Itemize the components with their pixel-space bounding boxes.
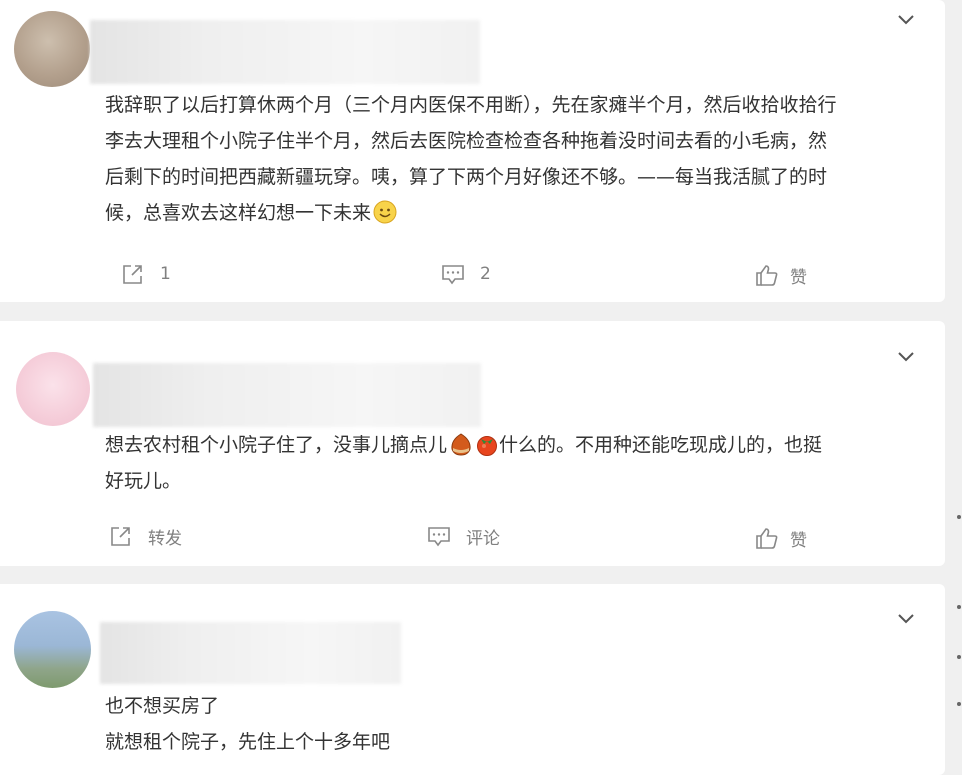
comment-icon bbox=[428, 527, 450, 547]
comment-count: 2 bbox=[480, 264, 491, 284]
scrollbar-marker[interactable] bbox=[957, 605, 961, 609]
comment-line: 候，总喜欢去这样幻想一下未来 bbox=[105, 202, 372, 224]
chestnut-emoji-icon bbox=[449, 432, 473, 456]
comment-line: 后剩下的时间把西藏新疆玩穿。咦，算了下两个月好像还不够。——每当我活腻了的时 bbox=[105, 166, 828, 188]
comment-text: 想去农村租个小院子住了，没事儿摘点儿 什么的。不用种还能吃现成儿的，也挺 好玩儿。 bbox=[105, 427, 917, 499]
chevron-down-icon[interactable] bbox=[895, 607, 917, 629]
comment-line: 就想租个院子，先住上个十多年吧 bbox=[105, 731, 391, 753]
avatar[interactable] bbox=[16, 352, 90, 426]
comment-card: 想去农村租个小院子住了，没事儿摘点儿 什么的。不用种还能吃现成儿的，也挺 好玩儿。… bbox=[0, 321, 945, 566]
comment-text: 也不想买房了 就想租个院子，先住上个十多年吧 bbox=[105, 688, 917, 760]
like-button[interactable]: 赞 bbox=[754, 262, 807, 288]
thumbs-up-icon bbox=[756, 265, 778, 286]
thumbs-up-icon bbox=[756, 528, 778, 549]
like-label: 赞 bbox=[790, 530, 807, 551]
comment-card: 也不想买房了 就想租个院子，先住上个十多年吧 bbox=[0, 584, 945, 775]
share-icon bbox=[123, 265, 142, 284]
chevron-down-icon[interactable] bbox=[895, 8, 917, 30]
repost-button[interactable]: 转发 bbox=[108, 523, 182, 549]
share-icon bbox=[111, 527, 130, 546]
like-button[interactable]: 赞 bbox=[754, 525, 807, 551]
username-blurred[interactable] bbox=[100, 622, 401, 684]
comment-button[interactable]: 评论 bbox=[426, 523, 500, 549]
comment-button[interactable]: 2 bbox=[440, 261, 491, 287]
persimmon-emoji-icon bbox=[475, 432, 499, 456]
username-blurred[interactable] bbox=[93, 363, 481, 427]
scrollbar-marker[interactable] bbox=[957, 655, 961, 659]
comment-line: 想去农村租个小院子住了，没事儿摘点儿 bbox=[105, 434, 448, 456]
comment-line: 李去大理租个小院子住半个月，然后去医院检查检查各种拖着没时间去看的小毛病，然 bbox=[105, 130, 828, 152]
comment-card: 我辞职了以后打算休两个月（三个月内医保不用断），先在家瘫半个月，然后收拾收拾行 … bbox=[0, 0, 945, 302]
chevron-down-icon[interactable] bbox=[895, 345, 917, 367]
comment-line: 我辞职了以后打算休两个月（三个月内医保不用断），先在家瘫半个月，然后收拾收拾行 bbox=[105, 94, 837, 116]
comment-icon bbox=[442, 265, 464, 285]
comment-line: 好玩儿。 bbox=[105, 470, 182, 492]
comment-line: 什么的。不用种还能吃现成儿的，也挺 bbox=[499, 434, 823, 456]
scrollbar-marker[interactable] bbox=[957, 515, 961, 519]
username-blurred[interactable] bbox=[90, 20, 480, 84]
avatar[interactable] bbox=[14, 11, 90, 87]
scrollbar-marker[interactable] bbox=[957, 702, 961, 706]
repost-label: 转发 bbox=[148, 528, 182, 549]
smile-emoji-icon bbox=[373, 200, 397, 224]
comment-line: 也不想买房了 bbox=[105, 695, 220, 717]
repost-count: 1 bbox=[160, 264, 171, 284]
like-label: 赞 bbox=[790, 267, 807, 288]
comment-text: 我辞职了以后打算休两个月（三个月内医保不用断），先在家瘫半个月，然后收拾收拾行 … bbox=[105, 87, 917, 231]
repost-button[interactable]: 1 bbox=[120, 261, 171, 287]
comment-label: 评论 bbox=[466, 528, 500, 549]
avatar[interactable] bbox=[14, 611, 91, 688]
